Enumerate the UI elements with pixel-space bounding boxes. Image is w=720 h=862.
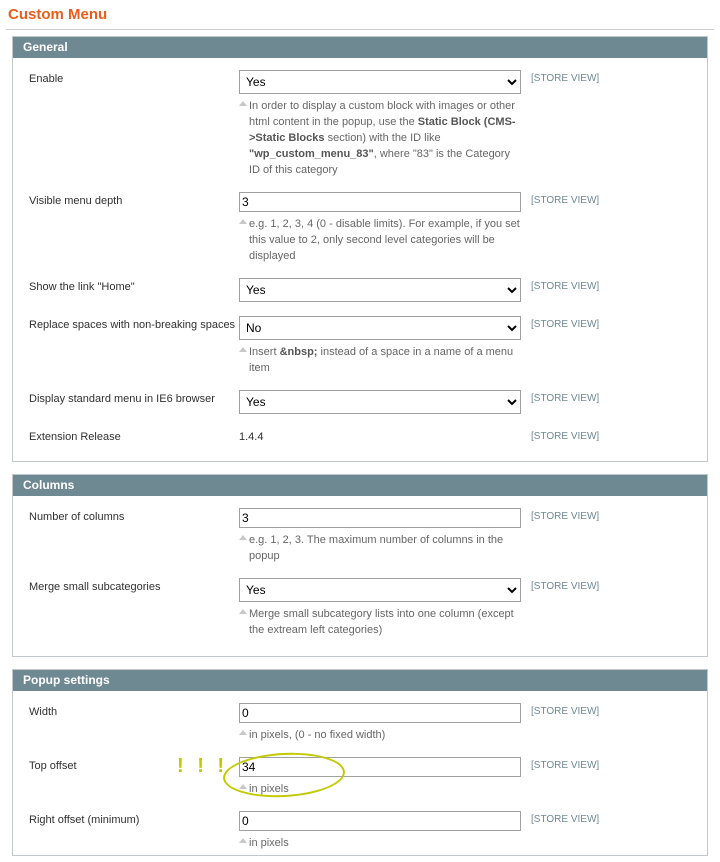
caret-icon	[239, 101, 247, 106]
scope-rightoffset: [STORE VIEW]	[531, 811, 599, 825]
scope-width: [STORE VIEW]	[531, 703, 599, 717]
label-enable: Enable	[29, 70, 239, 85]
row-ie6: Display standard menu in IE6 browser Yes…	[29, 390, 691, 414]
label-merge: Merge small subcategories	[29, 578, 239, 593]
section-general-head[interactable]: General	[13, 37, 707, 58]
scope-enable: [STORE VIEW]	[531, 70, 599, 84]
note-topoffset: in pixels	[239, 781, 521, 797]
caret-icon	[239, 535, 247, 540]
row-numcols: Number of columns e.g. 1, 2, 3. The maxi…	[29, 508, 691, 564]
caret-icon	[239, 347, 247, 352]
row-merge: Merge small subcategories Yes Merge smal…	[29, 578, 691, 638]
label-depth: Visible menu depth	[29, 192, 239, 207]
label-width: Width	[29, 703, 239, 718]
input-topoffset[interactable]	[239, 757, 521, 777]
select-nbsp[interactable]: No	[239, 316, 521, 340]
note-nbsp: Insert &nbsp; instead of a space in a na…	[239, 344, 521, 376]
note-numcols: e.g. 1, 2, 3. The maximum number of colu…	[239, 532, 521, 564]
value-release: 1.4.4	[239, 428, 521, 443]
note-merge: Merge small subcategory lists into one c…	[239, 606, 521, 638]
label-numcols: Number of columns	[29, 508, 239, 523]
attention-annotation: ! ! !	[177, 755, 228, 778]
note-width: in pixels, (0 - no fixed width)	[239, 727, 521, 743]
page-title: Custom Menu	[8, 6, 714, 23]
row-nbsp: Replace spaces with non-breaking spaces …	[29, 316, 691, 376]
scope-topoffset: [STORE VIEW]	[531, 757, 599, 771]
input-depth[interactable]	[239, 192, 521, 212]
note-depth: e.g. 1, 2, 3, 4 (0 - disable limits). Fo…	[239, 216, 521, 264]
label-ie6: Display standard menu in IE6 browser	[29, 390, 239, 405]
scope-home: [STORE VIEW]	[531, 278, 599, 292]
select-merge[interactable]: Yes	[239, 578, 521, 602]
title-rule	[6, 29, 714, 30]
caret-icon	[239, 784, 247, 789]
section-popup-head[interactable]: Popup settings	[13, 670, 707, 691]
section-general: General Enable Yes In order to display a…	[12, 36, 708, 462]
note-rightoffset: in pixels	[239, 835, 521, 851]
note-enable: In order to display a custom block with …	[239, 98, 521, 178]
section-columns-head[interactable]: Columns	[13, 475, 707, 496]
section-popup: Popup settings Width in pixels, (0 - no …	[12, 669, 708, 856]
row-depth: Visible menu depth e.g. 1, 2, 3, 4 (0 - …	[29, 192, 691, 264]
row-width: Width in pixels, (0 - no fixed width) [S…	[29, 703, 691, 743]
caret-icon	[239, 838, 247, 843]
caret-icon	[239, 730, 247, 735]
input-width[interactable]	[239, 703, 521, 723]
scope-nbsp: [STORE VIEW]	[531, 316, 599, 330]
label-nbsp: Replace spaces with non-breaking spaces	[29, 316, 239, 331]
select-ie6[interactable]: Yes	[239, 390, 521, 414]
scope-merge: [STORE VIEW]	[531, 578, 599, 592]
section-columns: Columns Number of columns e.g. 1, 2, 3. …	[12, 474, 708, 657]
label-home: Show the link "Home"	[29, 278, 239, 293]
caret-icon	[239, 609, 247, 614]
row-topoffset: Top offset ! ! ! in pixels [STORE VIEW]	[29, 757, 691, 797]
scope-release: [STORE VIEW]	[531, 428, 599, 442]
select-home[interactable]: Yes	[239, 278, 521, 302]
scope-ie6: [STORE VIEW]	[531, 390, 599, 404]
input-rightoffset[interactable]	[239, 811, 521, 831]
caret-icon	[239, 219, 247, 224]
select-enable[interactable]: Yes	[239, 70, 521, 94]
label-rightoffset: Right offset (minimum)	[29, 811, 239, 826]
row-enable: Enable Yes In order to display a custom …	[29, 70, 691, 178]
row-release: Extension Release 1.4.4 [STORE VIEW]	[29, 428, 691, 443]
row-rightoffset: Right offset (minimum) in pixels [STORE …	[29, 811, 691, 851]
label-release: Extension Release	[29, 428, 239, 443]
scope-numcols: [STORE VIEW]	[531, 508, 599, 522]
row-home: Show the link "Home" Yes [STORE VIEW]	[29, 278, 691, 302]
input-numcols[interactable]	[239, 508, 521, 528]
scope-depth: [STORE VIEW]	[531, 192, 599, 206]
